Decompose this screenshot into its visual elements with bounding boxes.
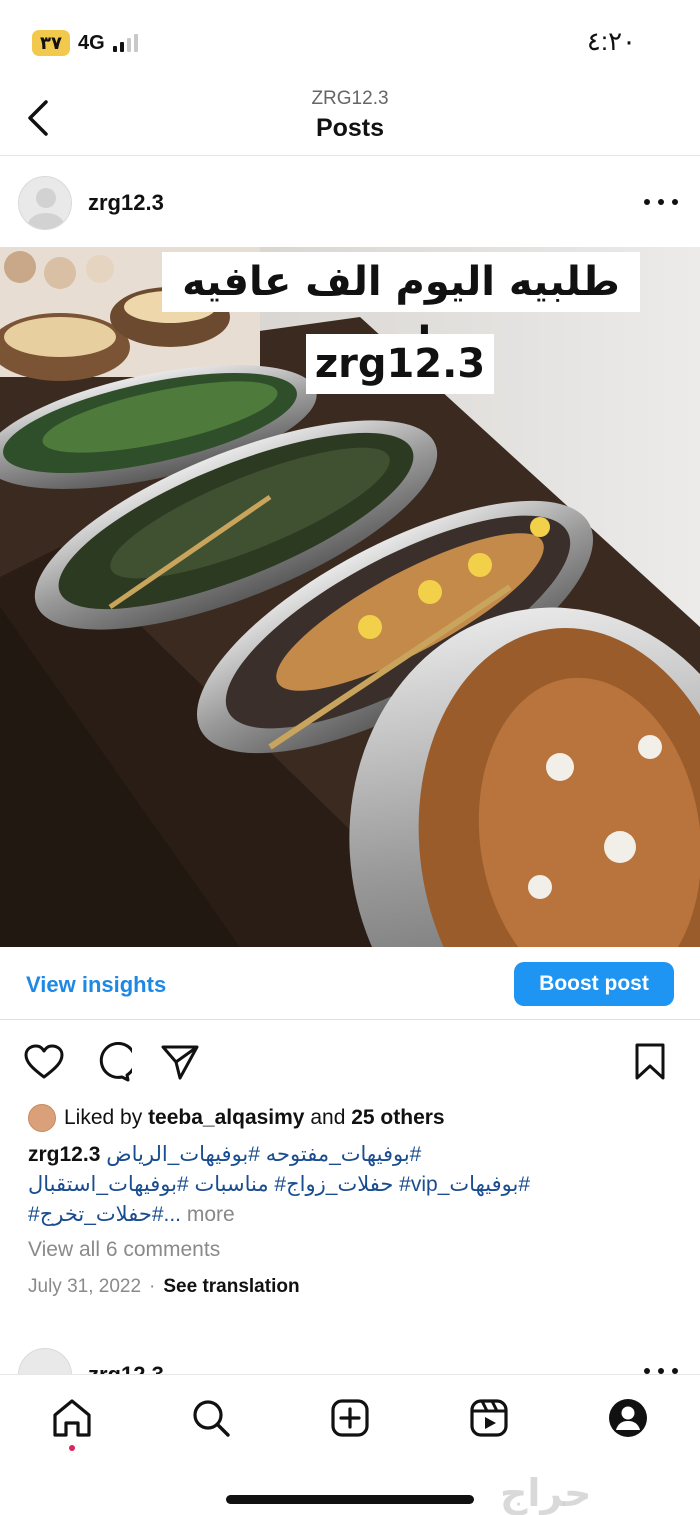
header-account-name: ZRG12.3 <box>311 88 389 109</box>
home-indicator[interactable] <box>226 1495 474 1504</box>
notification-dot <box>69 1445 75 1451</box>
image-caption-overlay: طلبيه اليوم الف عافيه عليهم <box>162 252 640 365</box>
avatar[interactable] <box>18 176 72 230</box>
comment-bubble-icon <box>99 1042 132 1082</box>
tab-profile[interactable] <box>605 1395 651 1441</box>
tab-search[interactable] <box>188 1395 234 1441</box>
reels-icon <box>470 1399 508 1437</box>
see-translation-link[interactable]: See translation <box>163 1276 299 1298</box>
liked-by-others[interactable]: 25 others <box>351 1106 444 1130</box>
battery-indicator: ٣٧ <box>32 30 70 56</box>
dot-icon <box>672 199 678 205</box>
bottom-tab-bar: حراج <box>0 1374 700 1515</box>
insights-row: View insights Boost post <box>0 958 700 1020</box>
caption-username[interactable]: zrg12.3 <box>28 1143 100 1166</box>
next-post-header: zrg12.3 <box>0 1348 700 1376</box>
tab-create[interactable] <box>327 1395 373 1441</box>
post-caption: zrg12.3 #بوفيهات_مفتوحه #بوفيهات_الرياض … <box>28 1140 628 1230</box>
dot-icon <box>644 199 650 205</box>
watermark-logo: حراج <box>500 1471 592 1515</box>
comment-button[interactable] <box>90 1040 134 1084</box>
caption-hashtags[interactable]: #بوفيهات_مفتوحه #بوفيهات_الرياض <box>106 1143 421 1166</box>
avatar[interactable] <box>18 1348 72 1376</box>
post-date: July 31, 2022 <box>28 1276 142 1297</box>
dot-icon <box>658 199 664 205</box>
liked-by-user[interactable]: teeba_alqasimy <box>148 1106 304 1130</box>
boost-post-button[interactable]: Boost post <box>514 962 674 1006</box>
search-icon <box>193 1400 230 1437</box>
image-name-overlay: zrg12.3 <box>306 334 494 394</box>
page-title: Posts <box>315 114 385 142</box>
liked-by-prefix: Liked by <box>64 1106 143 1129</box>
more-options-button[interactable] <box>644 188 678 216</box>
plus-square-icon <box>331 1399 369 1437</box>
status-indicators: ٣٧ 4G <box>32 30 138 56</box>
tab-home[interactable] <box>49 1395 95 1441</box>
post-username[interactable]: zrg12.3 <box>88 190 164 216</box>
profile-icon <box>609 1399 647 1437</box>
status-time: ٤:٢٠ <box>586 26 636 56</box>
liker-avatar <box>28 1104 56 1132</box>
likes-summary[interactable]: Liked by teeba_alqasimy and 25 others <box>28 1104 445 1132</box>
tab-reels[interactable] <box>466 1395 512 1441</box>
like-button[interactable] <box>22 1040 66 1084</box>
home-icon <box>53 1399 91 1437</box>
heart-icon <box>24 1044 64 1079</box>
save-button[interactable] <box>628 1040 672 1084</box>
caption-more-link[interactable]: more <box>187 1203 235 1226</box>
post-meta: July 31, 2022 · See translation <box>28 1276 300 1298</box>
signal-icon <box>112 34 138 52</box>
meta-separator: · <box>149 1276 156 1297</box>
bookmark-icon <box>635 1043 665 1080</box>
nav-header: ZRG12.3 Posts <box>0 82 700 156</box>
paper-plane-icon <box>161 1045 199 1080</box>
status-bar: ٣٧ 4G ٤:٢٠ <box>0 0 700 80</box>
caption-hashtags[interactable]: #حفلات_تخرج#... <box>28 1203 181 1226</box>
liked-by-and: and <box>310 1106 346 1129</box>
share-button[interactable] <box>158 1040 202 1084</box>
default-avatar-icon <box>28 188 64 229</box>
caption-hashtags[interactable]: #بوفيهات_vip# حفلات_زواج# مناسبات #بوفيه… <box>28 1170 628 1200</box>
network-type: 4G <box>77 31 105 54</box>
post-header: zrg12.3 <box>0 174 700 234</box>
view-insights-link[interactable]: View insights <box>26 972 166 998</box>
view-comments-link[interactable]: View all 6 comments <box>28 1238 220 1262</box>
post-actions <box>0 1040 700 1084</box>
